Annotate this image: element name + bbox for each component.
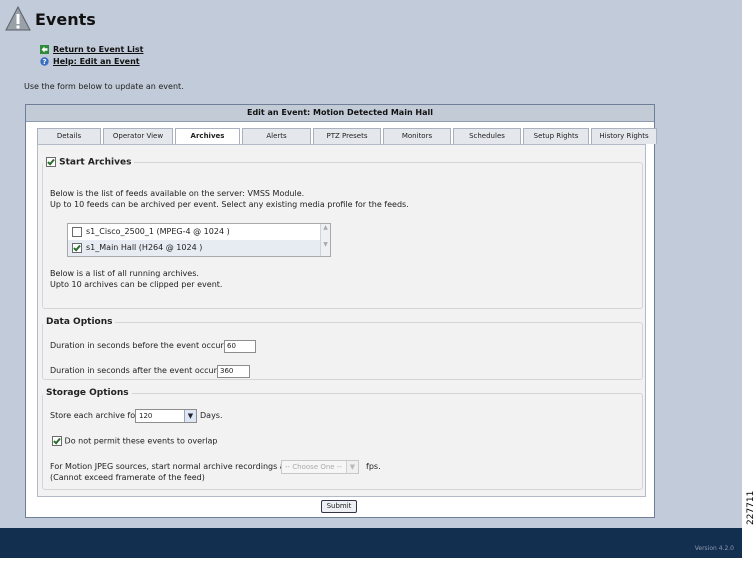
feed-item[interactable]: s1_Main Hall (H264 @ 1024 )	[68, 239, 330, 256]
feed-list[interactable]: s1_Cisco_2500_1 (MPEG-4 @ 1024 ) s1_Main…	[67, 222, 331, 257]
start-archives-section: Start Archives Below is the list of feed…	[42, 157, 643, 309]
feeds-info-line2: Up to 10 feeds can be archived per event…	[50, 199, 409, 209]
no-overlap-checkbox[interactable]	[52, 436, 62, 446]
tab-setup-rights[interactable]: Setup Rights	[523, 128, 589, 144]
store-days-unit: Days.	[200, 411, 223, 420]
figure-id: 227711	[746, 490, 756, 525]
tab-monitors[interactable]: Monitors	[383, 128, 451, 144]
duration-before-label: Duration in seconds before the event occ…	[50, 341, 237, 350]
start-archives-checkbox[interactable]	[46, 157, 56, 167]
mjpeg-fps-value: -- Choose One --	[285, 463, 342, 471]
tab-archives[interactable]: Archives	[175, 128, 240, 145]
feeds-info-line1: Below is the list of feeds available on …	[50, 188, 305, 198]
tab-operator-view[interactable]: Operator View	[103, 128, 173, 144]
svg-text:?: ?	[42, 58, 46, 66]
store-days-value: 120	[139, 412, 153, 420]
mjpeg-fps-unit: fps.	[366, 462, 381, 471]
no-overlap-row: Do not permit these events to overlap	[52, 436, 218, 446]
mjpeg-fps-select[interactable]: -- Choose One -- ▼	[281, 460, 359, 474]
page-title: Events	[35, 9, 96, 29]
tab-alerts[interactable]: Alerts	[242, 128, 311, 144]
feed-item[interactable]: s1_Cisco_2500_1 (MPEG-4 @ 1024 )	[68, 224, 330, 240]
panel-title: Edit an Event: Motion Detected Main Hall	[26, 105, 654, 122]
chevron-down-icon: ▼	[346, 461, 358, 473]
tab-schedules[interactable]: Schedules	[453, 128, 521, 144]
tab-details[interactable]: Details	[37, 128, 101, 144]
feed-checkbox[interactable]	[72, 242, 82, 253]
feed-label: s1_Cisco_2500_1 (MPEG-4 @ 1024 )	[86, 227, 230, 236]
help-edit-event-link[interactable]: ? Help: Edit an Event	[40, 57, 140, 66]
scroll-down-icon[interactable]: ▼	[321, 241, 330, 248]
tab-ptz-presets[interactable]: PTZ Presets	[313, 128, 381, 144]
duration-after-input[interactable]: 360	[217, 365, 250, 378]
return-to-event-list-link[interactable]: Return to Event List	[40, 45, 143, 54]
start-archives-label: Start Archives	[59, 157, 132, 168]
submit-button[interactable]: Submit	[321, 500, 357, 513]
help-icon: ?	[40, 57, 49, 66]
mjpeg-label: For Motion JPEG sources, start normal ar…	[50, 462, 291, 471]
no-overlap-label: Do not permit these events to overlap	[64, 436, 218, 446]
return-link-label[interactable]: Return to Event List	[53, 45, 143, 54]
tab-history-rights[interactable]: History Rights	[591, 128, 657, 144]
running-archives-line1: Below is a list of all running archives.	[50, 268, 199, 278]
store-days-select[interactable]: 120 ▼	[135, 409, 197, 423]
store-archive-label: Store each archive for:	[50, 411, 141, 420]
feed-list-scrollbar[interactable]: ▲ ▼	[320, 223, 330, 256]
footer-bar: Version 4.2.0	[0, 528, 742, 558]
archives-tab-content: Start Archives Below is the list of feed…	[37, 144, 646, 497]
edit-event-panel: Edit an Event: Motion Detected Main Hall…	[25, 104, 657, 518]
warning-icon	[5, 6, 31, 31]
tab-bar: Details Operator View Archives Alerts PT…	[37, 128, 657, 145]
version-label: Version 4.2.0	[694, 545, 734, 552]
data-options-section: Data Options Duration in seconds before …	[42, 317, 643, 380]
return-arrow-icon	[40, 45, 49, 54]
mjpeg-note: (Cannot exceed framerate of the feed)	[50, 473, 205, 482]
storage-options-legend: Storage Options	[46, 388, 129, 398]
page-header: Events	[5, 6, 96, 32]
running-archives-line2: Upto 10 archives can be clipped per even…	[50, 279, 223, 289]
duration-after-label: Duration in seconds after the event occu…	[50, 366, 230, 375]
feed-checkbox[interactable]	[72, 226, 82, 237]
start-archives-legend: Start Archives	[43, 157, 134, 168]
intro-text: Use the form below to update an event.	[24, 82, 184, 91]
storage-options-section: Storage Options Store each archive for: …	[42, 388, 643, 490]
duration-before-input[interactable]: 60	[224, 340, 256, 353]
scroll-up-icon[interactable]: ▲	[321, 224, 330, 231]
feed-label: s1_Main Hall (H264 @ 1024 )	[86, 243, 203, 252]
chevron-down-icon: ▼	[184, 410, 196, 422]
help-link-label[interactable]: Help: Edit an Event	[53, 57, 140, 66]
page-background: Events Return to Event List ? Help: Edit…	[0, 0, 742, 528]
data-options-legend: Data Options	[46, 317, 113, 327]
